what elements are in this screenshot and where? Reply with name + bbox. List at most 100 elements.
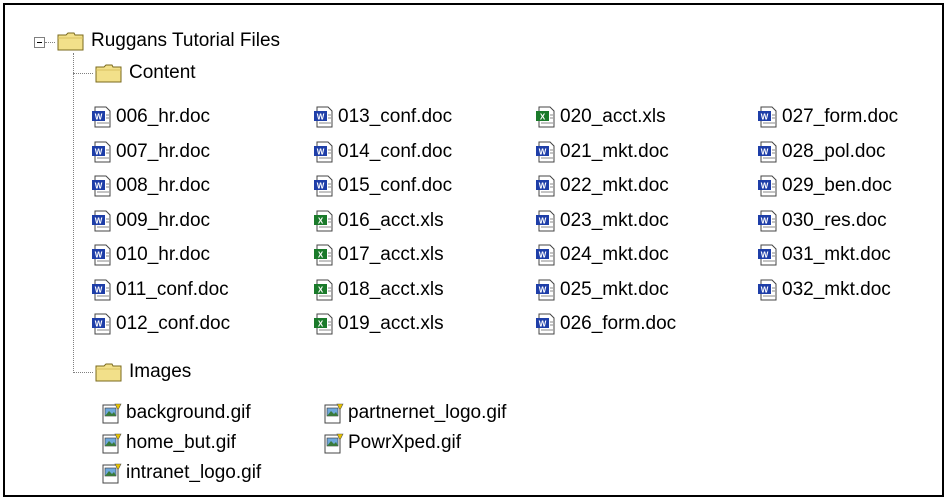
image-file-icon — [100, 461, 124, 485]
tree-connector — [73, 53, 74, 373]
svg-text:W: W — [317, 147, 325, 156]
file-item-label: 016_acct.xls — [338, 209, 444, 231]
file-item[interactable]: W 024_mkt.doc — [534, 242, 669, 268]
word-file-icon: W — [756, 209, 780, 233]
file-item-label: 030_res.doc — [782, 209, 887, 231]
excel-file-icon: X — [534, 105, 558, 129]
file-item[interactable]: W 028_pol.doc — [756, 139, 886, 165]
file-item-label: 026_form.doc — [560, 313, 677, 334]
svg-text:X: X — [318, 320, 324, 329]
image-file-icon — [322, 431, 346, 455]
svg-text:W: W — [761, 147, 769, 156]
file-item[interactable]: W 008_hr.doc — [90, 173, 210, 199]
file-item-label: 024_mkt.doc — [560, 244, 669, 265]
svg-text:W: W — [95, 147, 103, 156]
word-file-icon: W — [90, 174, 114, 198]
file-item[interactable]: W 032_mkt.doc — [756, 277, 891, 303]
file-item-label: 025_mkt.doc — [560, 278, 669, 300]
file-item[interactable]: W 027_form.doc — [756, 104, 898, 130]
word-file-icon: W — [90, 312, 114, 336]
file-item-label: 019_acct.xls — [338, 313, 444, 334]
word-file-icon: W — [756, 174, 780, 198]
file-item[interactable]: W 012_conf.doc — [90, 311, 230, 337]
svg-text:W: W — [761, 182, 769, 191]
file-item[interactable]: X 018_acct.xls — [312, 277, 444, 303]
tree-folder-images[interactable]: Images — [95, 361, 191, 383]
file-item[interactable]: W 006_hr.doc — [90, 104, 210, 130]
svg-text:W: W — [95, 216, 103, 225]
excel-file-icon: X — [312, 278, 336, 302]
word-file-icon: W — [534, 209, 558, 233]
word-file-icon: W — [534, 243, 558, 267]
file-item[interactable]: W 029_ben.doc — [756, 173, 892, 199]
folder-icon — [57, 32, 84, 51]
file-item[interactable]: W 026_form.doc — [534, 311, 676, 337]
svg-text:X: X — [318, 216, 324, 225]
file-item[interactable]: X 017_acct.xls — [312, 242, 444, 268]
svg-text:W: W — [761, 251, 769, 260]
file-item[interactable]: W 009_hr.doc — [90, 208, 210, 234]
file-item[interactable]: partnernet_logo.gif — [322, 400, 506, 426]
file-item-label: 023_mkt.doc — [560, 209, 669, 231]
file-item[interactable]: W 007_hr.doc — [90, 139, 210, 165]
file-item[interactable]: W 022_mkt.doc — [534, 173, 669, 199]
file-tree-panel: Ruggans Tutorial Files Content W 006_hr.d… — [3, 3, 944, 497]
svg-text:W: W — [539, 216, 547, 225]
file-item[interactable]: W 011_conf.doc — [90, 277, 229, 303]
file-item[interactable]: W 031_mkt.doc — [756, 242, 891, 268]
word-file-icon: W — [90, 140, 114, 164]
tree-root-folder[interactable]: Ruggans Tutorial Files — [57, 30, 280, 52]
tree-folder-content[interactable]: Content — [95, 62, 196, 84]
word-file-icon: W — [90, 278, 114, 302]
svg-text:W: W — [95, 285, 103, 294]
file-item-label: 012_conf.doc — [116, 313, 231, 334]
excel-file-icon: X — [312, 312, 336, 336]
file-item[interactable]: home_but.gif — [100, 430, 236, 456]
svg-text:W: W — [95, 251, 103, 260]
image-file-icon — [322, 401, 346, 425]
word-file-icon: W — [534, 140, 558, 164]
file-item[interactable]: W 013_conf.doc — [312, 104, 452, 130]
file-item[interactable]: X 020_acct.xls — [534, 104, 666, 130]
file-item[interactable]: W 015_conf.doc — [312, 173, 452, 199]
file-item-label: 009_hr.doc — [116, 209, 211, 231]
svg-text:W: W — [95, 182, 103, 191]
file-item-label: 032_mkt.doc — [782, 278, 891, 300]
file-item[interactable]: intranet_logo.gif — [100, 460, 261, 486]
file-item[interactable]: PowrXped.gif — [322, 430, 461, 456]
svg-text:X: X — [540, 113, 546, 122]
word-file-icon: W — [90, 209, 114, 233]
file-item[interactable]: W 025_mkt.doc — [534, 277, 669, 303]
file-item-label: 020_acct.xls — [560, 106, 666, 127]
image-file-icon — [100, 401, 124, 425]
file-item-label: 028_pol.doc — [782, 140, 886, 162]
file-item[interactable]: W 030_res.doc — [756, 208, 887, 234]
word-file-icon: W — [312, 140, 336, 164]
svg-text:W: W — [761, 113, 769, 122]
word-file-icon: W — [756, 278, 780, 302]
file-item[interactable]: W 023_mkt.doc — [534, 208, 669, 234]
file-item-label: 031_mkt.doc — [782, 244, 891, 265]
file-item-label: 015_conf.doc — [338, 175, 453, 196]
file-item[interactable]: W 010_hr.doc — [90, 242, 210, 268]
file-item-label: 017_acct.xls — [338, 244, 444, 265]
svg-text:X: X — [318, 251, 324, 260]
tree-connector — [73, 73, 93, 74]
file-item[interactable]: X 016_acct.xls — [312, 208, 444, 234]
word-file-icon: W — [90, 105, 114, 129]
file-item-label: 008_hr.doc — [116, 175, 211, 196]
file-item[interactable]: background.gif — [100, 400, 251, 426]
word-file-icon: W — [534, 174, 558, 198]
svg-text:W: W — [95, 113, 103, 122]
file-item-label: 007_hr.doc — [116, 140, 211, 162]
svg-text:W: W — [539, 285, 547, 294]
file-item[interactable]: X 019_acct.xls — [312, 311, 444, 337]
file-item[interactable]: W 021_mkt.doc — [534, 139, 669, 165]
collapse-toggle[interactable] — [34, 37, 45, 48]
svg-text:W: W — [539, 320, 547, 329]
file-item-label: 027_form.doc — [782, 106, 899, 127]
file-item[interactable]: W 014_conf.doc — [312, 139, 452, 165]
svg-text:W: W — [539, 147, 547, 156]
tree-folder-label: Images — [129, 361, 192, 382]
file-item-label: intranet_logo.gif — [126, 462, 262, 483]
